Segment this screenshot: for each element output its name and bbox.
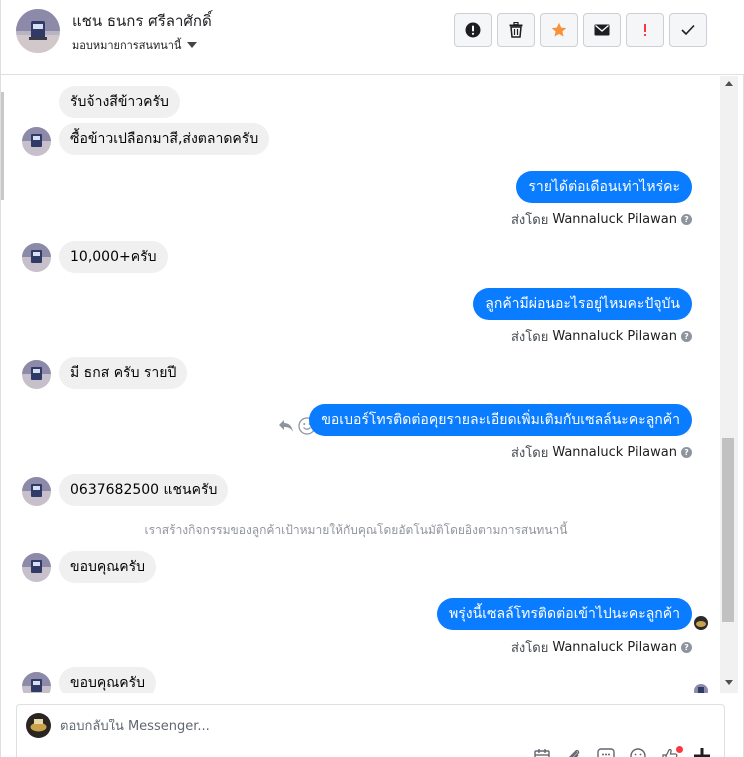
- sender-avatar[interactable]: [22, 243, 51, 272]
- mark-unread-button[interactable]: [583, 13, 621, 47]
- help-icon[interactable]: ?: [681, 447, 692, 458]
- exclamation-circle-icon: [465, 22, 481, 38]
- message-input[interactable]: [60, 719, 660, 734]
- outgoing-message[interactable]: รายได้ต่อเดือนเท่าไหร่คะ: [516, 171, 692, 203]
- thumbs-up-icon[interactable]: [661, 746, 683, 757]
- outgoing-message[interactable]: ลูกค้ามีผ่อนอะไรอยู่ไหมคะปัจุบัน: [473, 288, 692, 320]
- sender-avatar[interactable]: [22, 360, 51, 389]
- scroll-up-arrow-icon[interactable]: [725, 81, 733, 86]
- profile-photo-icon: [22, 553, 51, 582]
- envelope-icon: [594, 24, 610, 36]
- assign-conversation-dropdown[interactable]: มอบหมายการสนทนานี้: [72, 36, 198, 54]
- notification-dot: [676, 746, 683, 753]
- outgoing-message[interactable]: พรุ่งนี้เซลล์โทรติดต่อเข้าไปนะคะลูกค้า: [437, 598, 692, 630]
- profile-photo-icon: [694, 616, 708, 630]
- composer-toolbar: [533, 746, 711, 757]
- contact-avatar[interactable]: [16, 9, 60, 53]
- saved-reply-icon[interactable]: [597, 747, 615, 757]
- system-notice: เราสร้างกิจกรรมของลูกค้าเป้าหมายให้กับคุ…: [144, 523, 568, 537]
- emoji-icon[interactable]: [629, 747, 647, 757]
- sender-avatar[interactable]: [22, 477, 51, 506]
- profile-photo-icon: [22, 127, 51, 156]
- conversation-panel: แชน ธนกร ศรีลาศักดิ์ มอบหมายการสนทนานี้: [0, 0, 744, 757]
- incoming-message[interactable]: ขอบคุณครับ: [59, 551, 156, 583]
- page-avatar: [26, 713, 51, 738]
- sent-by-info: ส่งโดย Wannaluck Pilawan ?: [511, 442, 692, 463]
- assign-label: มอบหมายการสนทนานี้: [72, 39, 182, 52]
- sent-by-info: ส่งโดย Wannaluck Pilawan ?: [511, 209, 692, 230]
- scrollbar-thumb[interactable]: [722, 438, 734, 622]
- incoming-message[interactable]: รับจ้างสีข้าวครับ: [59, 86, 180, 118]
- reply-icon[interactable]: [278, 419, 294, 433]
- sender-avatar[interactable]: [22, 127, 51, 156]
- help-icon[interactable]: ?: [681, 642, 692, 653]
- incoming-message[interactable]: มี ธกส ครับ รายปี: [59, 357, 188, 389]
- message-thread[interactable]: รับจ้างสีข้าวครับ ซื้อข้าวเปลือกมาสี,ส่ง…: [1, 76, 719, 693]
- sent-by-info: ส่งโดย Wannaluck Pilawan ?: [511, 326, 692, 347]
- sender-name: Wannaluck Pilawan: [552, 212, 677, 227]
- profile-photo-icon: [22, 243, 51, 272]
- profile-photo-icon: [694, 684, 708, 693]
- read-receipt-avatar: [694, 616, 708, 630]
- scroll-down-arrow-icon[interactable]: [725, 680, 733, 685]
- done-button[interactable]: [669, 13, 707, 47]
- sent-by-label: ส่งโดย: [510, 213, 549, 228]
- read-receipt-avatar: [694, 684, 708, 693]
- reply-composer: [16, 704, 725, 757]
- sender-avatar[interactable]: [22, 553, 51, 582]
- help-icon[interactable]: ?: [681, 214, 692, 225]
- paperclip-icon[interactable]: [565, 747, 583, 757]
- profile-photo-icon: [22, 360, 51, 389]
- conversation-header: แชน ธนกร ศรีลาศักดิ์ มอบหมายการสนทนานี้: [1, 0, 744, 75]
- checkmark-icon: [681, 24, 695, 36]
- incoming-message[interactable]: ซื้อข้าวเปลือกมาสี,ส่งตลาดครับ: [59, 123, 270, 155]
- important-button[interactable]: [626, 13, 664, 47]
- profile-photo-icon: [16, 9, 60, 53]
- add-icon[interactable]: [693, 747, 711, 757]
- sender-name: Wannaluck Pilawan: [552, 445, 677, 460]
- sent-by-label: ส่งโดย: [510, 330, 549, 345]
- calendar-icon[interactable]: [533, 747, 551, 757]
- sent-by-label: ส่งโดย: [510, 446, 549, 461]
- sender-name: Wannaluck Pilawan: [552, 640, 677, 655]
- sender-name: Wannaluck Pilawan: [552, 329, 677, 344]
- incoming-message[interactable]: 0637682500 แชนครับ: [59, 474, 229, 506]
- incoming-message[interactable]: 10,000+ครับ: [59, 241, 168, 273]
- sent-by-info: ส่งโดย Wannaluck Pilawan ?: [511, 637, 692, 658]
- chevron-down-icon: [187, 42, 198, 48]
- incoming-message[interactable]: ขอบคุณครับ: [59, 667, 156, 693]
- contact-name[interactable]: แชน ธนกร ศรีลาศักดิ์: [72, 9, 212, 33]
- profile-photo-icon: [22, 477, 51, 506]
- header-actions: [454, 13, 707, 47]
- exclamation-icon: [644, 24, 646, 36]
- sent-by-label: ส่งโดย: [510, 641, 549, 656]
- sender-avatar[interactable]: [22, 672, 51, 693]
- star-icon: [551, 22, 567, 37]
- star-button[interactable]: [540, 13, 578, 47]
- delete-button[interactable]: [497, 13, 535, 47]
- profile-photo-icon: [22, 672, 51, 693]
- outgoing-message[interactable]: ขอเบอร์โทรติดต่อคุยรายละเอียดเพิ่มเติมกั…: [309, 404, 692, 436]
- help-icon[interactable]: ?: [681, 331, 692, 342]
- page-logo-icon: [26, 713, 51, 738]
- spam-button[interactable]: [454, 13, 492, 47]
- trash-icon: [509, 22, 523, 38]
